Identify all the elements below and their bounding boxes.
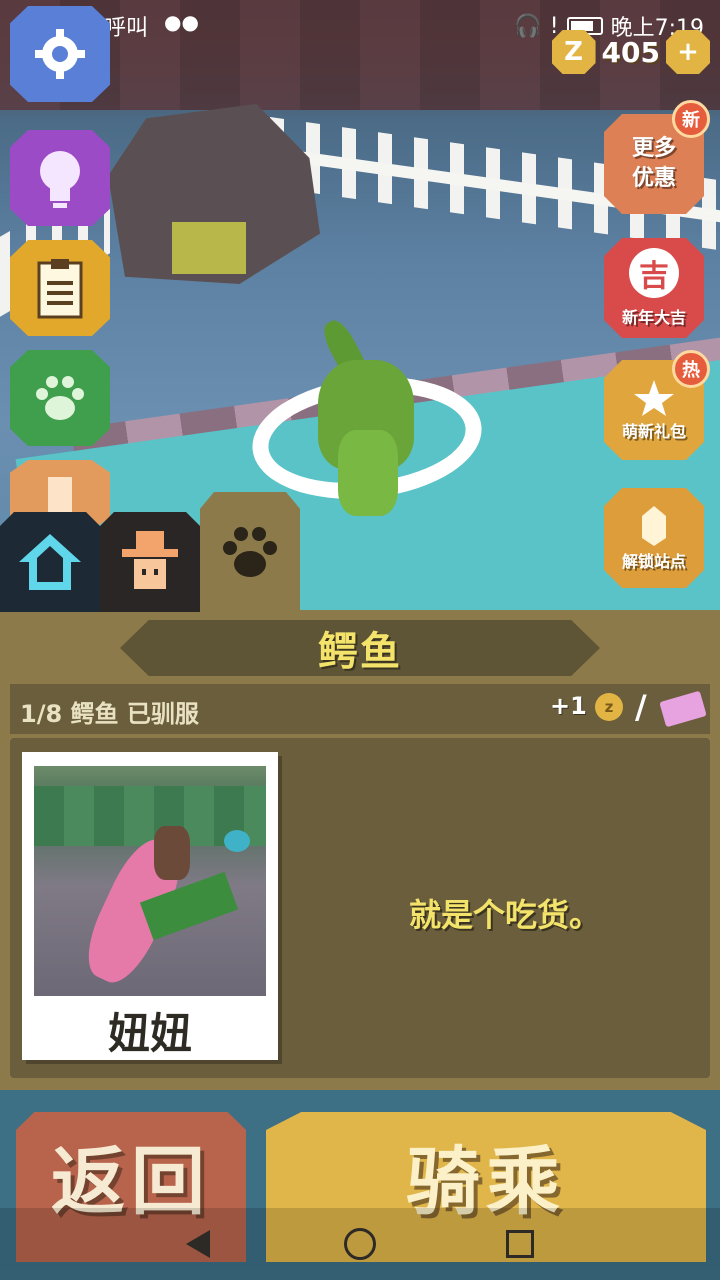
reward-coin-symbol: z bbox=[604, 698, 614, 716]
plus-icon: + bbox=[677, 37, 699, 67]
lucky-emblem-text: 吉 bbox=[639, 259, 669, 294]
pet-photo bbox=[34, 766, 266, 996]
starter-gift-label: 萌新礼包 bbox=[621, 422, 686, 441]
photo-rider bbox=[154, 826, 190, 880]
new-badge: 新 bbox=[672, 100, 710, 138]
z-coin-icon: Z bbox=[551, 30, 596, 74]
hot-badge: 热 bbox=[672, 350, 710, 388]
z-coin-icon: z bbox=[595, 693, 623, 721]
reward-separator: / bbox=[635, 688, 647, 726]
pet-description: 就是个吃货。 bbox=[408, 896, 601, 934]
unlock-station-label: 解锁站点 bbox=[621, 552, 686, 571]
tab-home[interactable] bbox=[0, 512, 100, 612]
nav-home-icon[interactable] bbox=[344, 1228, 376, 1260]
add-coins-button[interactable]: + bbox=[666, 30, 710, 74]
tips-button[interactable] bbox=[10, 130, 110, 226]
pet-photo-card[interactable]: 妞妞 bbox=[22, 752, 278, 1060]
lucky-emblem-icon: 吉 bbox=[629, 248, 679, 298]
nav-back-icon[interactable] bbox=[186, 1230, 210, 1258]
tamed-count-text: 1/8 鳄鱼 已驯服 bbox=[20, 700, 199, 728]
home-icon bbox=[19, 534, 81, 590]
unlock-station-button[interactable]: 解锁站点 bbox=[604, 488, 704, 588]
new-year-label: 新年大吉 bbox=[621, 308, 686, 327]
reward-bonus-text: +1 bbox=[550, 692, 587, 720]
wechat-icon: ●● bbox=[164, 10, 199, 34]
crystal-icon bbox=[642, 506, 666, 546]
cowboy-icon bbox=[122, 531, 178, 589]
paw-icon bbox=[223, 527, 277, 577]
ticket-icon bbox=[659, 690, 707, 728]
currency-display: Z 405 + bbox=[551, 28, 710, 76]
crocodile-head bbox=[338, 430, 398, 516]
paw-icon bbox=[36, 376, 84, 420]
more-deals-label: 更多优惠 bbox=[631, 136, 676, 191]
lightbulb-icon bbox=[40, 151, 80, 208]
settings-button[interactable] bbox=[10, 6, 110, 102]
coin-count: 405 bbox=[601, 35, 660, 69]
tasks-button[interactable] bbox=[10, 240, 110, 336]
photo-bird bbox=[224, 830, 250, 852]
pets-button[interactable] bbox=[10, 350, 110, 446]
tame-progress-row: 1/8 鳄鱼 已驯服 +1 z / bbox=[10, 684, 710, 734]
pet-type-banner: 鳄鱼 bbox=[120, 620, 600, 676]
pet-type-title: 鳄鱼 bbox=[318, 629, 402, 675]
headphone-icon: 🎧 bbox=[514, 13, 542, 39]
clipboard-icon bbox=[37, 259, 83, 319]
tab-pets[interactable] bbox=[200, 492, 300, 612]
character-icon bbox=[48, 477, 72, 517]
nav-recents-icon[interactable] bbox=[506, 1230, 534, 1258]
star-gift-icon bbox=[634, 380, 674, 416]
tab-ranch[interactable] bbox=[100, 512, 200, 612]
gear-icon bbox=[35, 29, 85, 79]
new-year-button[interactable]: 吉 新年大吉 bbox=[604, 238, 704, 338]
pet-name: 妞妞 bbox=[107, 1009, 192, 1058]
scene-cave-mouth bbox=[172, 222, 246, 274]
system-nav-bar bbox=[0, 1208, 720, 1280]
